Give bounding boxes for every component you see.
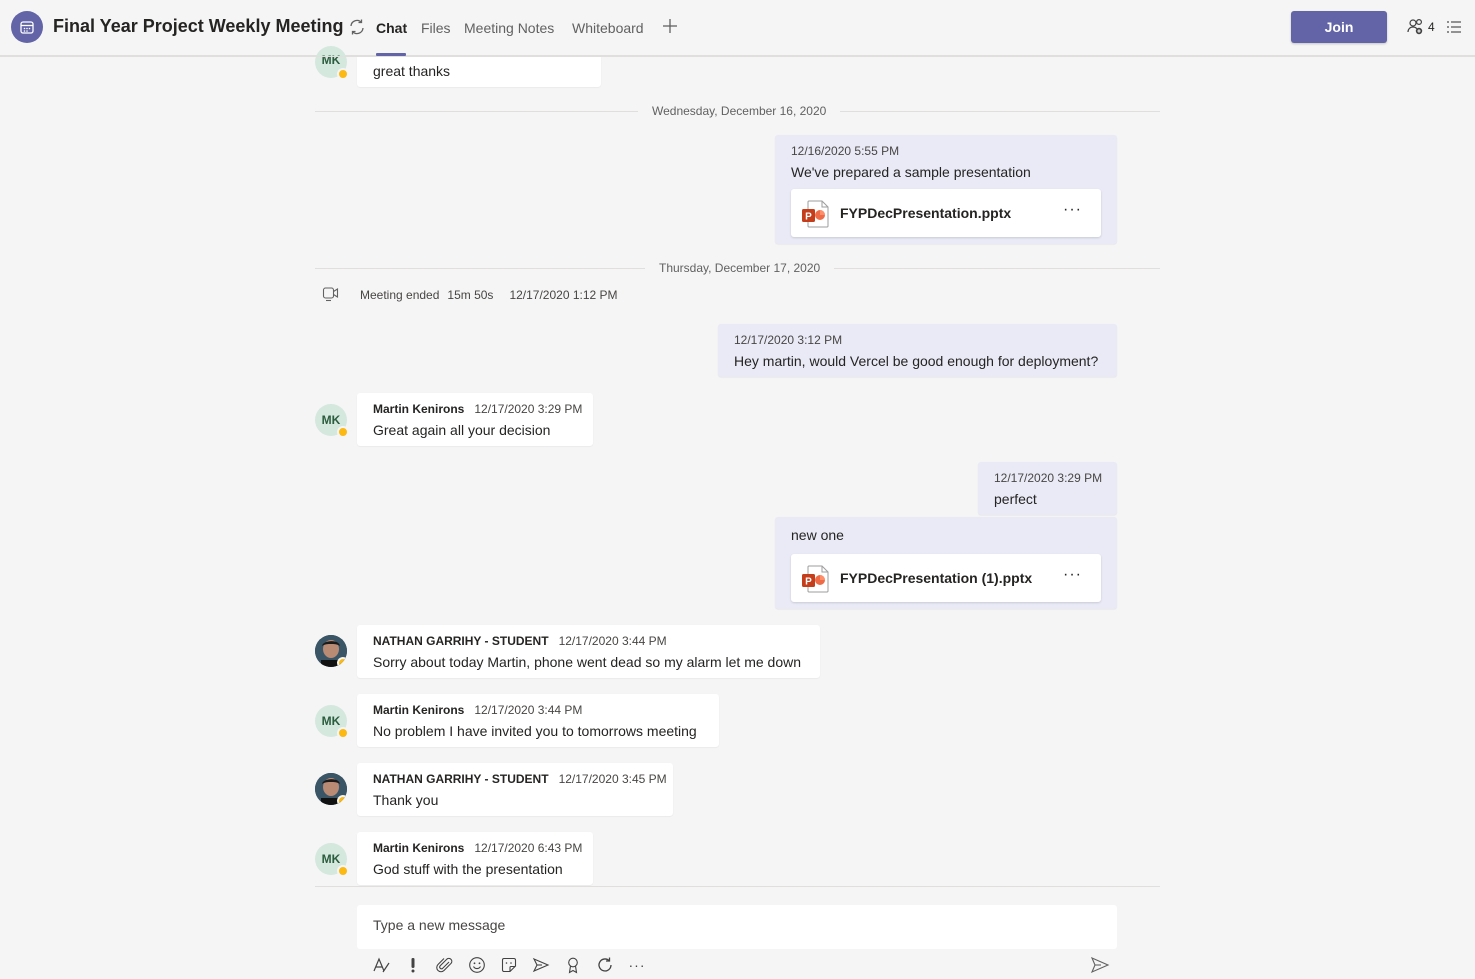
message-text: God stuff with the presentation [373, 861, 563, 877]
tab-meeting-notes[interactable]: Meeting Notes [464, 20, 554, 36]
emoji-icon[interactable] [467, 955, 487, 975]
file-attachment[interactable]: P FYPDecPresentation (1).pptx ··· [791, 554, 1101, 602]
calendar-icon[interactable] [11, 11, 43, 43]
message[interactable]: Martin Kenirons 12/17/2020 6:43 PM God st… [357, 832, 593, 885]
tab-chat[interactable]: Chat [376, 20, 407, 36]
message-text: We've prepared a sample presentation [791, 164, 1031, 180]
message[interactable]: 12/16/2020 5:55 PM We've prepared a samp… [775, 135, 1117, 244]
tab-whiteboard[interactable]: Whiteboard [572, 20, 644, 36]
participants-button[interactable]: 4 [1406, 17, 1435, 37]
join-button[interactable]: Join [1291, 11, 1387, 43]
file-attachment[interactable]: P FYPDecPresentation.pptx ··· [791, 189, 1101, 237]
status-away-icon [337, 657, 347, 667]
meeting-header: Final Year Project Weekly Meeting Chat F… [0, 0, 1475, 56]
status-away-icon [337, 865, 349, 877]
message[interactable]: great thanks [357, 57, 601, 87]
message[interactable]: 12/17/2020 3:29 PM perfect [978, 462, 1117, 515]
header-divider [0, 56, 1475, 57]
message-text: Great again all your decision [373, 422, 551, 438]
avatar[interactable]: MK [315, 404, 349, 438]
compose-divider [315, 886, 1160, 887]
message-author[interactable]: Martin Kenirons [373, 402, 464, 416]
message-text: Hey martin, would Vercel be good enough … [734, 353, 1099, 369]
message[interactable]: 12/17/2020 3:12 PM Hey martin, would Ver… [718, 324, 1117, 377]
avatar-initials: MK [321, 852, 341, 866]
avatar[interactable] [315, 773, 347, 805]
send-icon[interactable] [1090, 955, 1110, 975]
message-time: 12/17/2020 3:29 PM [994, 471, 1103, 485]
meeting-ended-time: 12/17/2020 1:12 PM [509, 287, 618, 302]
message-text: perfect [994, 491, 1037, 507]
message-author[interactable]: Martin Kenirons [373, 841, 464, 855]
date-label: Wednesday, December 16, 2020 [638, 104, 841, 118]
participants-icon [1407, 18, 1423, 35]
page-title: Final Year Project Weekly Meeting [53, 16, 344, 36]
message-text: new one [791, 527, 844, 543]
message-time: 12/17/2020 3:29 PM [474, 402, 583, 416]
add-tab-icon[interactable] [661, 17, 679, 40]
message-time: 12/17/2020 3:44 PM [558, 634, 667, 648]
message-text: Sorry about today Martin, phone went dea… [373, 654, 801, 670]
message[interactable]: new one P FYPDecPresentation (1).pptx ··… [775, 517, 1117, 609]
sticker-icon[interactable] [499, 955, 519, 975]
message-text: Thank you [373, 792, 439, 808]
video-camera-icon [322, 284, 340, 305]
svg-text:P: P [805, 212, 812, 223]
powerpoint-file-icon: P [802, 200, 830, 233]
format-icon[interactable] [371, 955, 391, 975]
compose-box[interactable] [357, 905, 1117, 949]
more-options-icon[interactable]: ··· [1063, 201, 1082, 219]
avatar[interactable]: MK [315, 705, 349, 739]
avatar-initials: MK [321, 714, 341, 728]
loop-icon[interactable] [595, 955, 615, 975]
message-time: 12/16/2020 5:55 PM [791, 144, 900, 158]
message-input[interactable] [373, 917, 1073, 933]
message-author[interactable]: NATHAN GARRIHY - STUDENT [373, 634, 549, 648]
message-time: 12/17/2020 3:44 PM [474, 703, 583, 717]
more-options-icon[interactable]: ··· [627, 955, 647, 975]
avatar[interactable]: MK [315, 46, 349, 80]
message[interactable]: Martin Kenirons 12/17/2020 3:29 PM Great … [357, 393, 593, 446]
avatar[interactable] [315, 635, 347, 667]
file-name[interactable]: FYPDecPresentation (1).pptx [840, 570, 1032, 586]
meeting-details-icon[interactable] [1446, 19, 1462, 40]
status-away-icon [337, 68, 349, 80]
message-text: No problem I have invited you to tomorro… [373, 723, 697, 739]
status-away-icon [337, 727, 349, 739]
meeting-duration: 15m 50s [447, 287, 494, 302]
message-author[interactable]: NATHAN GARRIHY - STUDENT [373, 772, 549, 786]
important-icon[interactable] [403, 955, 423, 975]
avatar[interactable]: MK [315, 843, 349, 877]
avatar-initials: MK [321, 413, 341, 427]
message-text: great thanks [373, 63, 451, 79]
meeting-ended-notice: Meeting ended 15m 50s 12/17/2020 1:12 PM [322, 284, 626, 305]
participant-count: 4 [1428, 20, 1435, 34]
status-away-icon [337, 795, 347, 805]
message-time: 12/17/2020 6:43 PM [474, 841, 583, 855]
recurring-icon [347, 17, 367, 42]
more-options-icon[interactable]: ··· [1063, 566, 1082, 584]
svg-text:P: P [805, 577, 812, 588]
praise-icon[interactable] [563, 955, 583, 975]
tab-files[interactable]: Files [421, 20, 451, 36]
attach-icon[interactable] [435, 955, 455, 975]
message[interactable]: Martin Kenirons 12/17/2020 3:44 PM No pro… [357, 694, 719, 747]
status-away-icon [337, 426, 349, 438]
file-name[interactable]: FYPDecPresentation.pptx [840, 205, 1011, 221]
message[interactable]: NATHAN GARRIHY - STUDENT 12/17/2020 3:44 … [357, 625, 820, 678]
date-label: Thursday, December 17, 2020 [645, 261, 835, 275]
schedule-meeting-icon[interactable] [531, 955, 551, 975]
message-author[interactable]: Martin Kenirons [373, 703, 464, 717]
message[interactable]: NATHAN GARRIHY - STUDENT 12/17/2020 3:45 … [357, 763, 673, 816]
message-time: 12/17/2020 3:12 PM [734, 333, 843, 347]
message-time: 12/17/2020 3:45 PM [558, 772, 667, 786]
meeting-ended-label: Meeting ended [360, 287, 440, 302]
powerpoint-file-icon: P [802, 565, 830, 598]
